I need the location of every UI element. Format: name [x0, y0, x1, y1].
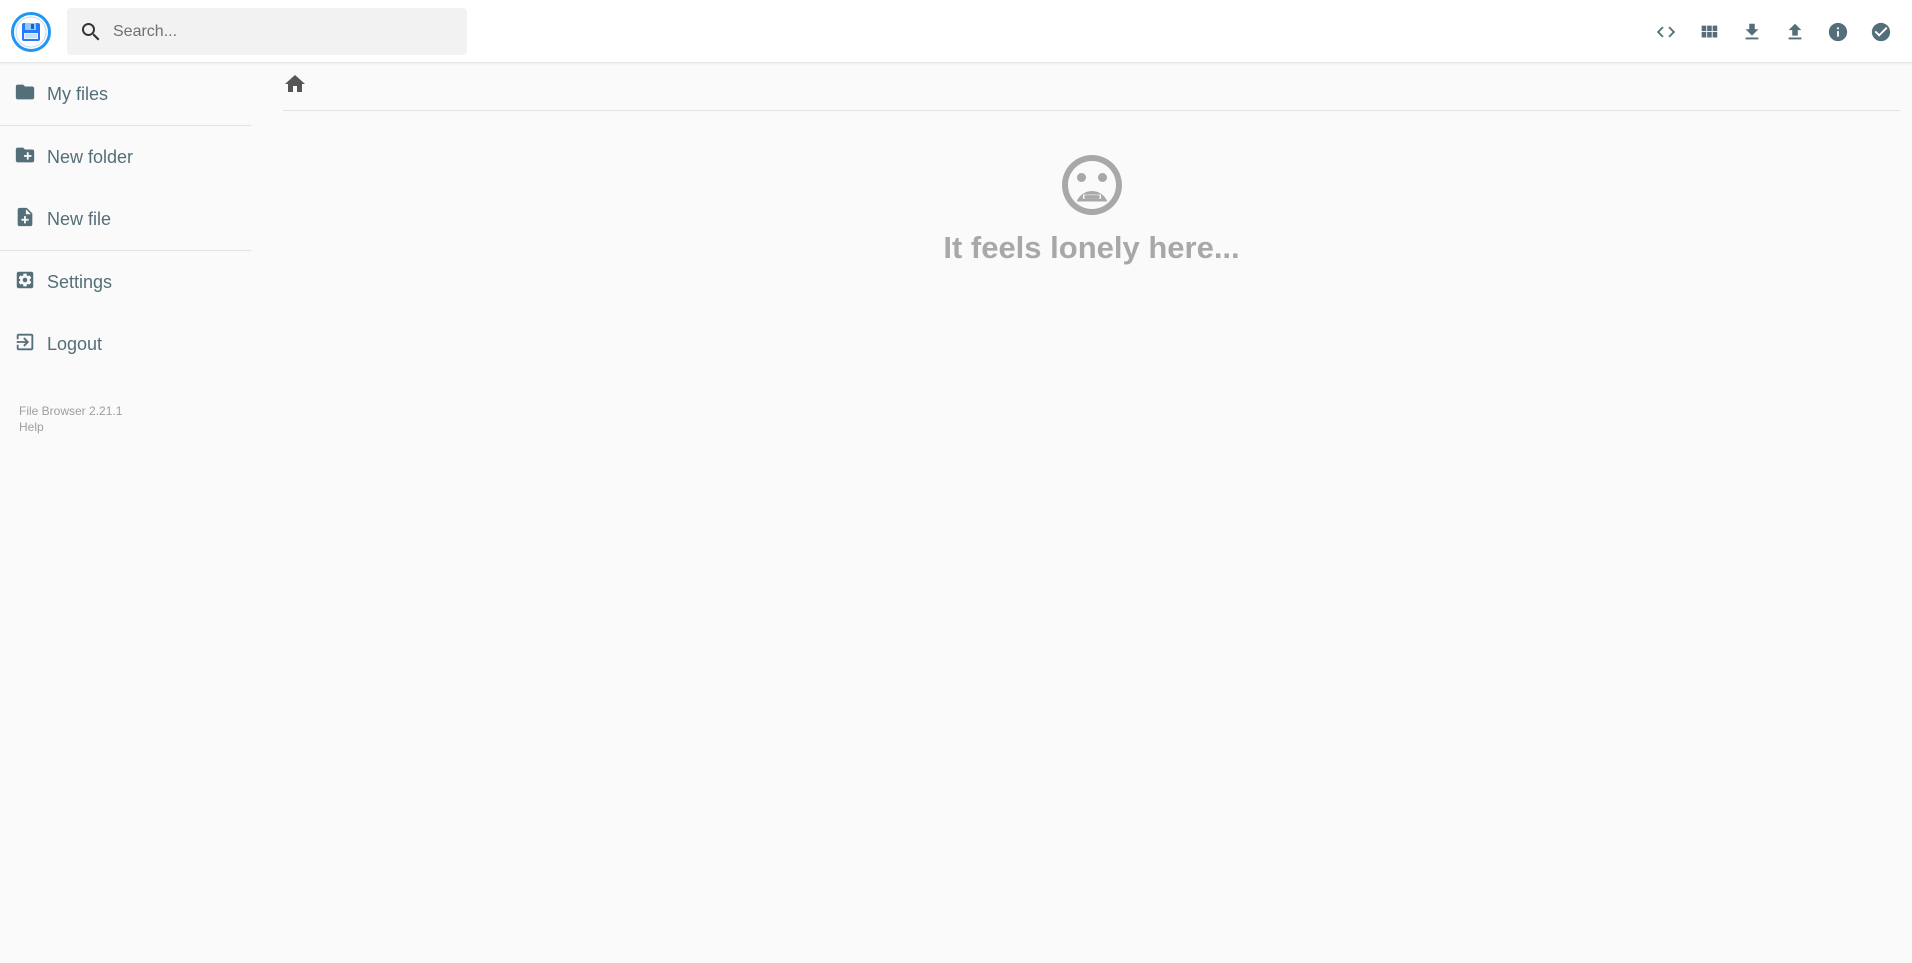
sidebar-item-label: New file — [47, 208, 112, 229]
main-content: It feels lonely here... — [283, 63, 1900, 963]
sidebar-item-label: Settings — [47, 271, 113, 292]
sad-face-icon — [1056, 155, 1128, 225]
sidebar-item-label: New folder — [47, 146, 134, 167]
sidebar-item-label: My files — [47, 83, 109, 104]
upload-icon[interactable] — [1773, 10, 1816, 53]
sidebar: My files New folder New file Settings Lo… — [0, 63, 251, 963]
version-link[interactable]: File Browser 2.21.1 — [19, 403, 251, 419]
info-icon[interactable] — [1816, 10, 1859, 53]
download-icon[interactable] — [1730, 10, 1773, 53]
top-bar — [0, 0, 1912, 63]
home-icon[interactable] — [283, 72, 307, 101]
code-icon[interactable] — [1644, 10, 1687, 53]
sidebar-item-logout[interactable]: Logout — [0, 313, 251, 375]
header-actions — [1644, 10, 1902, 53]
folder-icon — [14, 81, 47, 108]
search-icon — [79, 20, 103, 44]
create-new-folder-icon — [14, 144, 47, 171]
search-input[interactable] — [113, 22, 453, 41]
breadcrumb — [283, 63, 1900, 111]
grid-view-icon[interactable] — [1687, 10, 1730, 53]
search-box[interactable] — [67, 8, 467, 55]
check-circle-icon[interactable] — [1859, 10, 1902, 53]
sidebar-item-label: Logout — [47, 333, 103, 354]
credits: File Browser 2.21.1 Help — [0, 403, 251, 435]
sidebar-item-new-folder[interactable]: New folder — [0, 126, 251, 188]
settings-icon — [14, 269, 47, 296]
sidebar-item-new-file[interactable]: New file — [0, 188, 251, 250]
exit-icon — [14, 331, 47, 358]
empty-state: It feels lonely here... — [283, 149, 1900, 266]
help-link[interactable]: Help — [19, 419, 251, 435]
note-add-icon — [14, 206, 47, 233]
sidebar-item-settings[interactable]: Settings — [0, 251, 251, 313]
sidebar-item-my-files[interactable]: My files — [0, 63, 251, 125]
floppy-disk-logo[interactable] — [11, 12, 51, 52]
empty-message: It feels lonely here... — [943, 230, 1240, 265]
